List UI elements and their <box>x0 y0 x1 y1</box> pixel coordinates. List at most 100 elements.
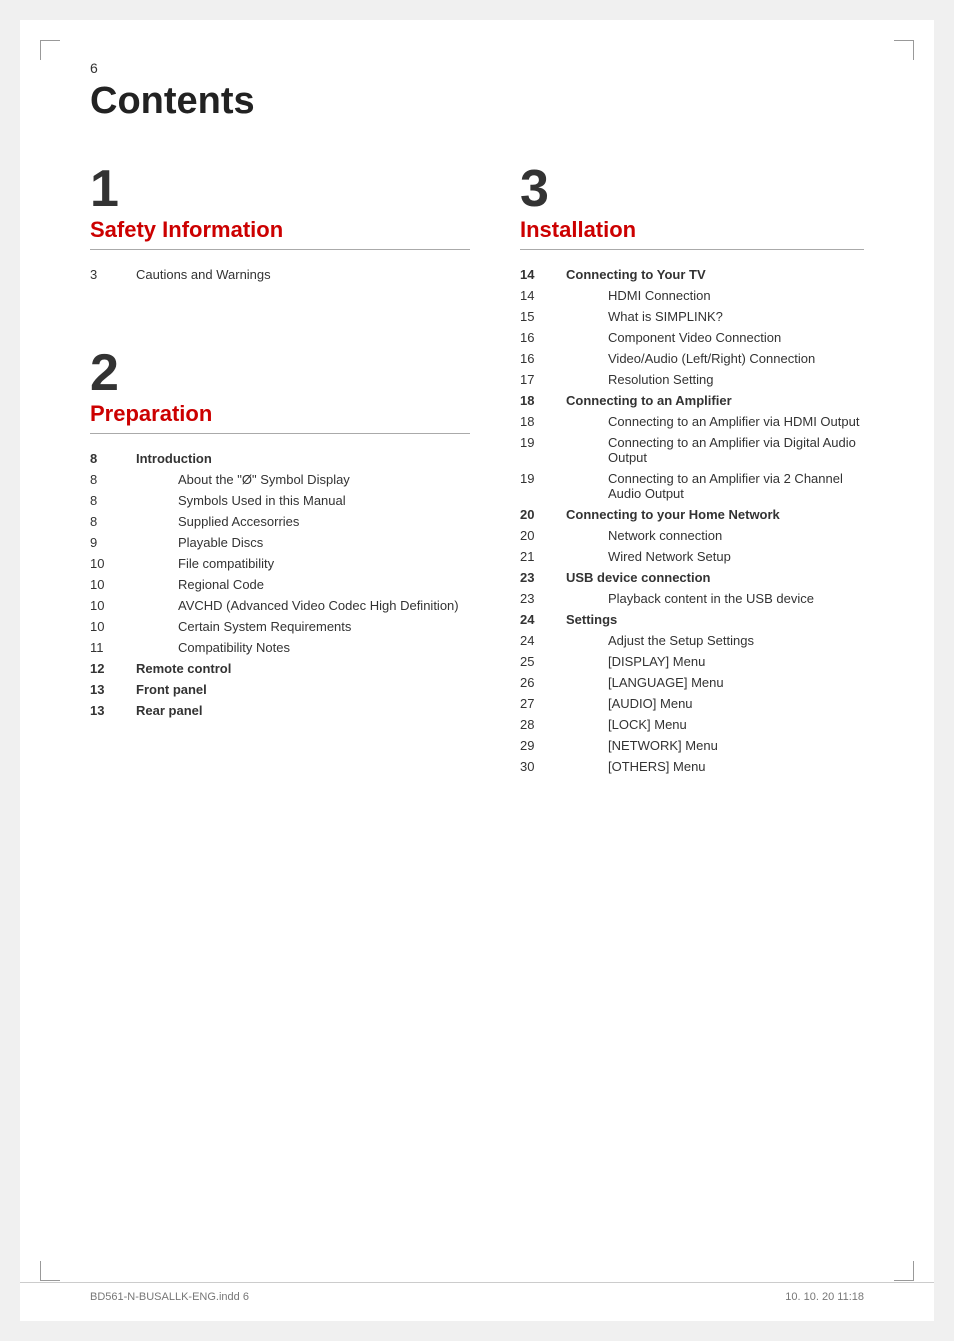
toc-page-num: 20 <box>520 525 558 546</box>
toc-row: 9Playable Discs <box>90 532 470 553</box>
toc-page-num: 10 <box>90 574 128 595</box>
section3-block: 3 Installation 14Connecting to Your TV14… <box>520 163 864 777</box>
toc-label: Video/Audio (Left/Right) Connection <box>558 348 864 369</box>
corner-mark-bl <box>40 1261 60 1281</box>
toc-label: Compatibility Notes <box>128 637 470 658</box>
toc-row: 16Video/Audio (Left/Right) Connection <box>520 348 864 369</box>
toc-page-num: 24 <box>520 630 558 651</box>
toc-page-num: 14 <box>520 285 558 306</box>
toc-page-num: 24 <box>520 609 558 630</box>
toc-row: 20Connecting to your Home Network <box>520 504 864 525</box>
toc-row: 16Component Video Connection <box>520 327 864 348</box>
toc-label: Network connection <box>558 525 864 546</box>
toc-page-num: 20 <box>520 504 558 525</box>
content-area: 1 Safety Information 3Cautions and Warni… <box>90 163 864 809</box>
toc-label: Component Video Connection <box>558 327 864 348</box>
toc-label: Playable Discs <box>128 532 470 553</box>
section2-block: 2 Preparation 8Introduction8About the "Ø… <box>90 347 470 721</box>
toc-label: Introduction <box>128 448 470 469</box>
toc-row: 26[LANGUAGE] Menu <box>520 672 864 693</box>
toc-page-num: 26 <box>520 672 558 693</box>
corner-mark-tr <box>894 40 914 60</box>
toc-row: 11Compatibility Notes <box>90 637 470 658</box>
toc-row: 30[OTHERS] Menu <box>520 756 864 777</box>
toc-page-num: 23 <box>520 588 558 609</box>
toc-page-num: 29 <box>520 735 558 756</box>
toc-page-num: 27 <box>520 693 558 714</box>
toc-label: Rear panel <box>128 700 470 721</box>
toc-row: 10Regional Code <box>90 574 470 595</box>
toc-row: 8Symbols Used in this Manual <box>90 490 470 511</box>
toc-row: 14HDMI Connection <box>520 285 864 306</box>
page: 6 Contents 1 Safety Information 3Caution… <box>20 20 934 1321</box>
toc-label: AVCHD (Advanced Video Codec High Definit… <box>128 595 470 616</box>
toc-row: 29[NETWORK] Menu <box>520 735 864 756</box>
footer: BD561-N-BUSALLK-ENG.indd 6 10. 10. 20 11… <box>20 1282 934 1303</box>
toc-page-num: 25 <box>520 651 558 672</box>
toc-page-num: 17 <box>520 369 558 390</box>
toc-row: 24Settings <box>520 609 864 630</box>
toc-page-num: 12 <box>90 658 128 679</box>
toc-label: HDMI Connection <box>558 285 864 306</box>
toc-row: 24Adjust the Setup Settings <box>520 630 864 651</box>
toc-page-num: 18 <box>520 411 558 432</box>
toc-label: File compatibility <box>128 553 470 574</box>
toc-row: 13Front panel <box>90 679 470 700</box>
toc-row: 28[LOCK] Menu <box>520 714 864 735</box>
section1-number: 1 <box>90 163 470 215</box>
toc-row: 10Certain System Requirements <box>90 616 470 637</box>
toc-label: [LOCK] Menu <box>558 714 864 735</box>
toc-label: Settings <box>558 609 864 630</box>
section1-title: Safety Information <box>90 217 470 250</box>
toc-label: Remote control <box>128 658 470 679</box>
toc-label: Front panel <box>128 679 470 700</box>
toc-row: 23USB device connection <box>520 567 864 588</box>
footer-right: 10. 10. 20 11:18 <box>785 1291 864 1303</box>
corner-mark-br <box>894 1261 914 1281</box>
toc-page-num: 3 <box>90 264 128 285</box>
toc-page-num: 8 <box>90 469 128 490</box>
section3-number: 3 <box>520 163 864 215</box>
right-column: 3 Installation 14Connecting to Your TV14… <box>520 163 864 809</box>
toc-row: 19Connecting to an Amplifier via Digital… <box>520 432 864 468</box>
page-number: 6 <box>90 60 98 76</box>
section2-title: Preparation <box>90 401 470 434</box>
toc-page-num: 13 <box>90 700 128 721</box>
toc-page-num: 19 <box>520 468 558 504</box>
toc-page-num: 10 <box>90 595 128 616</box>
toc-page-num: 15 <box>520 306 558 327</box>
toc-row: 27[AUDIO] Menu <box>520 693 864 714</box>
toc-row: 13Rear panel <box>90 700 470 721</box>
toc-page-num: 9 <box>90 532 128 553</box>
toc-label: Connecting to an Amplifier via 2 Channel… <box>558 468 864 504</box>
toc-label: Resolution Setting <box>558 369 864 390</box>
toc-label: About the "Ø" Symbol Display <box>128 469 470 490</box>
toc-row: 8Introduction <box>90 448 470 469</box>
toc-row: 23Playback content in the USB device <box>520 588 864 609</box>
toc-row: 19Connecting to an Amplifier via 2 Chann… <box>520 468 864 504</box>
toc-label: Connecting to your Home Network <box>558 504 864 525</box>
toc-page-num: 8 <box>90 511 128 532</box>
corner-mark-tl <box>40 40 60 60</box>
toc-page-num: 10 <box>90 616 128 637</box>
toc-label: Connecting to an Amplifier via HDMI Outp… <box>558 411 864 432</box>
section1-toc: 3Cautions and Warnings <box>90 264 470 285</box>
toc-label: Supplied Accesorries <box>128 511 470 532</box>
toc-label: [AUDIO] Menu <box>558 693 864 714</box>
toc-row: 21Wired Network Setup <box>520 546 864 567</box>
toc-row: 20Network connection <box>520 525 864 546</box>
toc-page-num: 18 <box>520 390 558 411</box>
toc-page-num: 30 <box>520 756 558 777</box>
footer-left: BD561-N-BUSALLK-ENG.indd 6 <box>90 1291 249 1303</box>
toc-row: 25[DISPLAY] Menu <box>520 651 864 672</box>
toc-label: [OTHERS] Menu <box>558 756 864 777</box>
toc-label: Connecting to an Amplifier via Digital A… <box>558 432 864 468</box>
toc-row: 12Remote control <box>90 658 470 679</box>
toc-page-num: 8 <box>90 448 128 469</box>
section3-toc: 14Connecting to Your TV14HDMI Connection… <box>520 264 864 777</box>
toc-label: What is SIMPLINK? <box>558 306 864 327</box>
toc-label: USB device connection <box>558 567 864 588</box>
toc-page-num: 16 <box>520 348 558 369</box>
section2-toc: 8Introduction8About the "Ø" Symbol Displ… <box>90 448 470 721</box>
toc-row: 8Supplied Accesorries <box>90 511 470 532</box>
